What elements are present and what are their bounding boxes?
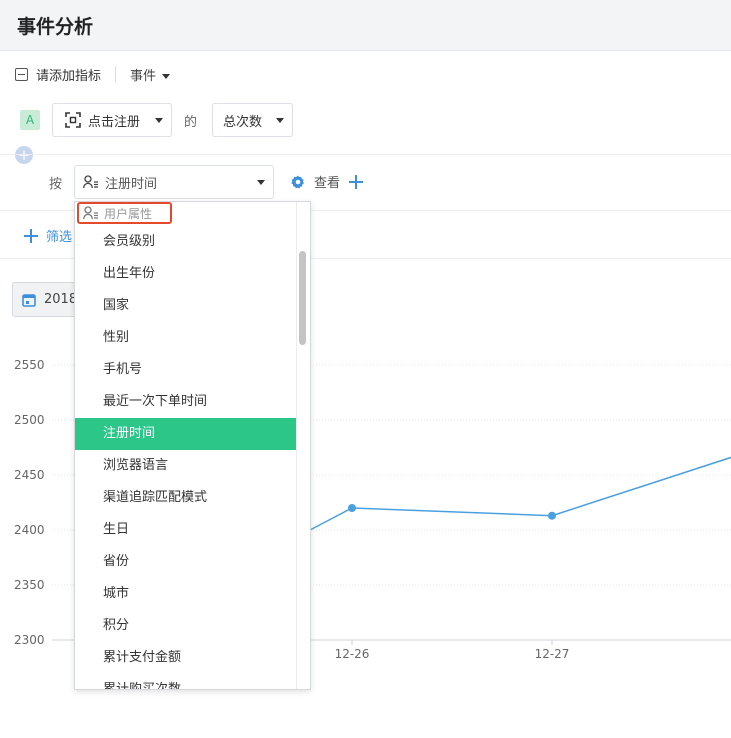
dropdown-group-label: 用户属性 <box>104 206 153 221</box>
user-property-icon <box>83 175 98 189</box>
y-tick-label: 2350 <box>14 578 45 592</box>
dropdown-item[interactable]: 积分 <box>75 610 296 642</box>
dropdown-item[interactable]: 最近一次下单时间 <box>75 386 296 418</box>
focus-icon <box>65 112 81 128</box>
plus-icon[interactable] <box>348 174 364 190</box>
dropdown-item[interactable]: 省份 <box>75 546 296 578</box>
dropdown-item[interactable]: 性别 <box>75 322 296 354</box>
user-property-icon <box>83 206 98 220</box>
y-tick-label: 2450 <box>14 468 45 482</box>
aggregation-select-value: 总次数 <box>223 114 263 130</box>
dropdown-group-header: 用户属性 <box>77 202 172 224</box>
chevron-down-icon <box>257 180 265 185</box>
dropdown-item[interactable]: 注册时间 <box>75 418 296 450</box>
event-select[interactable]: 点击注册 <box>52 103 172 137</box>
add-metric-label[interactable]: 请添加指标 <box>36 65 101 84</box>
dropdown-item[interactable]: 会员级别 <box>75 226 296 258</box>
header-bar: 事件分析 <box>0 0 731 51</box>
divider <box>115 66 117 82</box>
scrollbar-track <box>296 202 297 689</box>
aggregation-select[interactable]: 总次数 <box>212 103 293 137</box>
date-range-button[interactable]: 2018 <box>12 282 82 317</box>
metric-letter-badge: A <box>20 110 40 130</box>
series-line <box>309 456 731 531</box>
view-label[interactable]: 查看 <box>314 172 340 191</box>
divider <box>0 154 731 155</box>
dropdown-item[interactable]: 出生年份 <box>75 258 296 290</box>
event-select-value: 点击注册 <box>88 114 141 130</box>
of-label: 的 <box>184 115 198 130</box>
chevron-down-icon <box>162 73 171 79</box>
dropdown-item[interactable]: 国家 <box>75 290 296 322</box>
y-tick-label: 2400 <box>14 523 45 537</box>
chart-x-ticks: 12-26 12-27 <box>335 640 570 661</box>
group-by-dropdown: 用户属性 会员级别 出生年份 国家 性别 手机号 最近一次下单时间 注册时间 浏览器语言 渠道追… <box>74 201 311 690</box>
page-title: 事件分析 <box>17 16 94 38</box>
scrollbar-thumb[interactable] <box>299 251 306 345</box>
y-tick-label: 2300 <box>14 633 45 647</box>
add-metric-button[interactable]: + <box>15 146 33 164</box>
dropdown-item[interactable]: 城市 <box>75 578 296 610</box>
chevron-down-icon <box>276 118 284 123</box>
date-range-label: 2018 <box>44 292 78 307</box>
dropdown-item[interactable]: 生日 <box>75 514 296 546</box>
group-by-select[interactable]: 注册时间 <box>74 165 274 199</box>
view-settings: 查看 <box>290 172 364 191</box>
group-by-select-value: 注册时间 <box>105 176 158 192</box>
chart-y-ticks: 2550 2500 2450 2400 2350 2300 <box>14 358 45 647</box>
type-selector[interactable]: 事件 <box>130 65 171 84</box>
plus-icon <box>24 228 38 243</box>
dropdown-item[interactable]: 累计购买次数 <box>75 674 296 689</box>
x-tick-label: 12-26 <box>335 647 370 661</box>
type-selector-label: 事件 <box>130 68 157 84</box>
dropdown-item[interactable]: 渠道追踪匹配模式 <box>75 482 296 514</box>
calendar-icon <box>22 293 36 307</box>
add-filter-button[interactable]: 筛选 <box>24 226 72 245</box>
x-tick-label: 12-27 <box>535 647 570 661</box>
filter-label: 筛选 <box>46 230 73 245</box>
data-point <box>348 504 356 512</box>
data-point <box>548 511 556 520</box>
collapse-icon[interactable] <box>15 67 28 81</box>
dropdown-item[interactable]: 累计支付金额 <box>75 642 296 674</box>
dropdown-item[interactable]: 浏览器语言 <box>75 450 296 482</box>
y-tick-label: 2550 <box>14 358 45 372</box>
gear-icon[interactable] <box>290 174 306 190</box>
dropdown-item[interactable]: 手机号 <box>75 354 296 386</box>
y-tick-label: 2500 <box>14 413 45 427</box>
chevron-down-icon <box>155 118 163 123</box>
group-by-label: 按 <box>49 177 63 192</box>
metric-header-row: 请添加指标 事件 <box>15 64 171 84</box>
